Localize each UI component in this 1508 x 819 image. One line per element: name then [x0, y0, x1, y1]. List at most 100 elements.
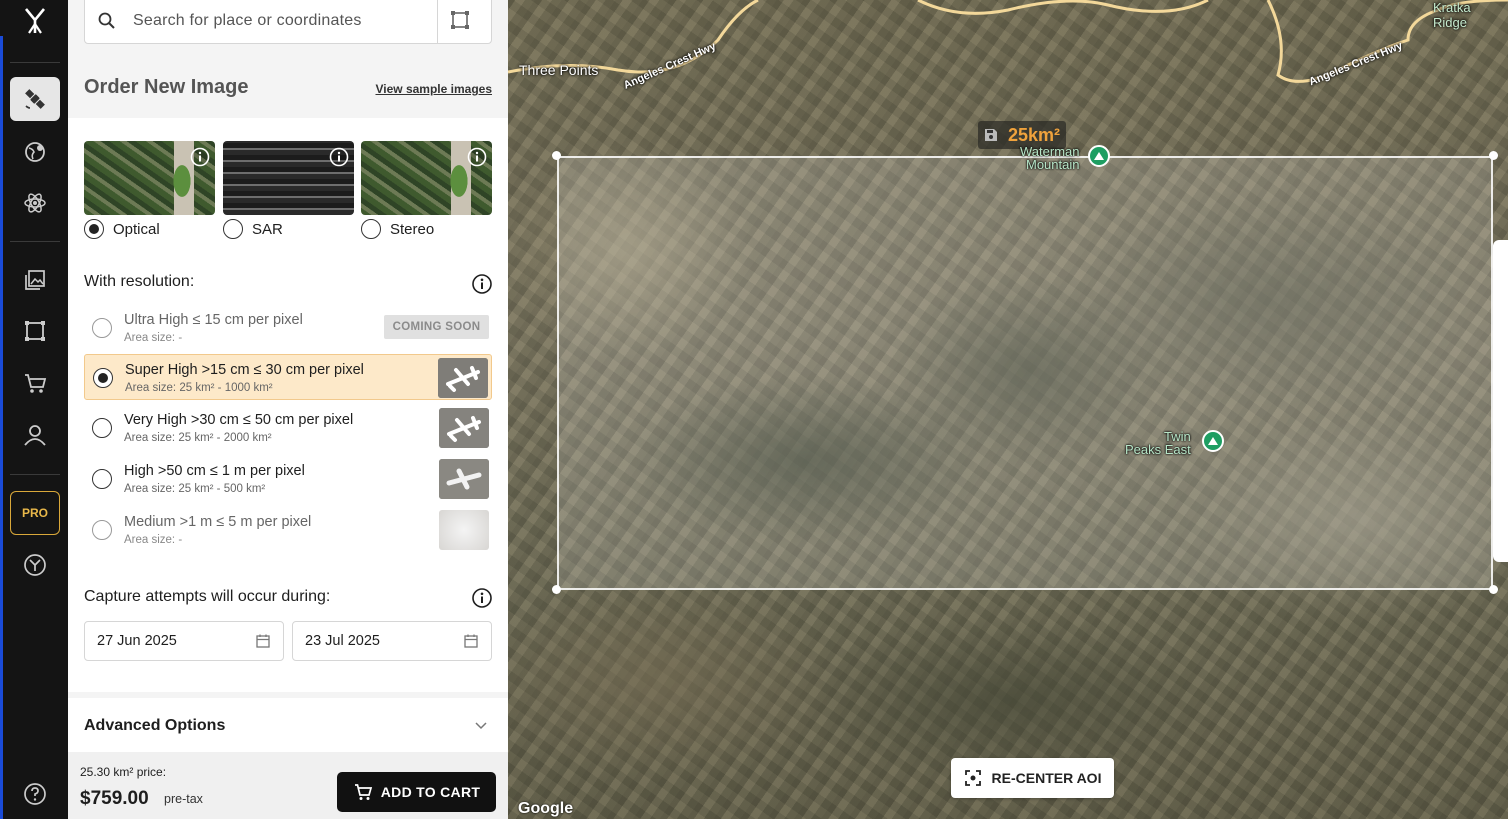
resolution-option-ultra-high: Ultra High ≤ 15 cm per pixel Area size: …: [84, 305, 492, 351]
add-to-cart-button[interactable]: ADD TO CART: [337, 772, 496, 812]
info-icon[interactable]: [467, 147, 487, 167]
resolution-label: With resolution:: [84, 273, 195, 290]
order-form: Optical SAR Stereo With resolution: Ultr…: [68, 118, 508, 692]
optical-option[interactable]: Optical: [84, 219, 160, 239]
view-sample-images-link[interactable]: View sample images: [375, 82, 492, 96]
super-high-radio[interactable]: [93, 368, 113, 388]
search-input[interactable]: [133, 7, 433, 35]
user-icon: [24, 425, 46, 446]
calendar-icon[interactable]: [255, 633, 271, 649]
rail-tasking-button[interactable]: [10, 77, 60, 121]
images-icon: [25, 270, 45, 290]
map-side-panel-tab[interactable]: [1493, 240, 1508, 562]
sar-option[interactable]: SAR: [223, 219, 283, 239]
add-to-cart-label: ADD TO CART: [380, 784, 481, 800]
map-label-waterman-mountain: Waterman Mountain: [1020, 145, 1079, 171]
resolution-option-very-high[interactable]: Very High >30 cm ≤ 50 cm per pixel Area …: [84, 405, 492, 451]
aoi-handle[interactable]: [1489, 585, 1498, 594]
stereo-radio[interactable]: [361, 219, 381, 239]
peak-name-line: Peaks East: [1125, 442, 1191, 457]
sar-thumbnail[interactable]: [223, 141, 354, 215]
end-date-value: 23 Jul 2025: [305, 633, 380, 649]
start-date-field[interactable]: 27 Jun 2025: [84, 621, 284, 661]
pro-button[interactable]: PRO: [10, 491, 60, 535]
airplane-sample-image: [439, 459, 489, 499]
peak-name-line: Mountain: [1026, 157, 1080, 172]
end-date-field[interactable]: 23 Jul 2025: [292, 621, 492, 661]
resolution-option-super-high[interactable]: Super High >15 cm ≤ 30 cm per pixel Area…: [84, 354, 492, 400]
chevron-down-icon: [475, 722, 487, 730]
aoi-handle[interactable]: [552, 151, 561, 160]
search-bar: [68, 0, 508, 62]
aoi-area-value: 25km²: [1008, 124, 1061, 145]
stereo-option[interactable]: Stereo: [361, 219, 434, 239]
mountain-pin-icon[interactable]: [1202, 430, 1224, 452]
resolution-info-icon[interactable]: [471, 273, 493, 295]
map-label-three-points: Three Points: [519, 62, 599, 78]
stereo-thumbnail[interactable]: [361, 141, 492, 215]
aoi-handle[interactable]: [552, 585, 561, 594]
brand-circle-icon: [24, 554, 46, 576]
cart-icon: [354, 784, 372, 800]
search-divider: [437, 0, 438, 43]
map-label-twin-peaks-east: Twin Peaks East: [1125, 430, 1191, 456]
resolution-area: Area size: -: [124, 534, 183, 546]
rail-brand-button[interactable]: [10, 543, 60, 587]
order-panel: Order New Image View sample images Optic…: [68, 0, 508, 819]
resolution-sample-thumbnail[interactable]: [439, 408, 489, 448]
save-icon: [985, 129, 997, 141]
recenter-icon: [964, 770, 981, 786]
ultra-high-radio: [92, 318, 112, 338]
resolution-name: Very High >30 cm ≤ 50 cm per pixel: [124, 412, 354, 428]
aoi-rectangle[interactable]: [557, 156, 1493, 590]
info-icon[interactable]: [329, 147, 349, 167]
aoi-handle[interactable]: [1489, 151, 1498, 160]
resolution-area: Area size: 25 km² - 2000 km²: [124, 432, 272, 444]
yuka-logo-icon[interactable]: [20, 6, 50, 36]
resolution-name: Medium >1 m ≤ 5 m per pixel: [124, 514, 312, 530]
airplane-sample-image: [438, 358, 488, 398]
nav-rail: PRO: [0, 0, 68, 819]
search-box: [84, 0, 492, 44]
mountain-pin-icon[interactable]: [1088, 145, 1110, 167]
optical-label: Optical: [113, 220, 160, 238]
info-icon[interactable]: [190, 147, 210, 167]
rail-account-button[interactable]: [10, 413, 60, 457]
rail-cart-button[interactable]: [10, 361, 60, 405]
save-aoi-button[interactable]: [978, 121, 1004, 149]
resolution-area: Area size: 25 km² - 1000 km²: [125, 382, 273, 394]
rail-divider: [10, 241, 60, 242]
rail-explore-button[interactable]: [10, 130, 60, 174]
rail-library-button[interactable]: [10, 258, 60, 302]
draw-aoi-icon[interactable]: [449, 9, 471, 31]
help-icon: [24, 783, 46, 805]
advanced-options-toggle[interactable]: Advanced Options: [68, 698, 508, 752]
resolution-sample-thumbnail[interactable]: [438, 358, 488, 398]
resolution-name: Ultra High ≤ 15 cm per pixel: [124, 312, 303, 328]
optical-thumbnail[interactable]: [84, 141, 215, 215]
medium-radio: [92, 520, 112, 540]
satellite-map[interactable]: Three Points Angeles Crest Hwy Angeles C…: [508, 0, 1508, 819]
optical-radio[interactable]: [84, 219, 104, 239]
rail-aoi-button[interactable]: [10, 309, 60, 353]
rail-help-button[interactable]: [10, 772, 60, 816]
rail-divider: [10, 62, 60, 63]
map-label-kratka-ridge: Kratka Ridge: [1433, 0, 1471, 30]
resolution-area: Area size: -: [124, 332, 183, 344]
high-radio[interactable]: [92, 469, 112, 489]
order-header: Order New Image View sample images: [84, 76, 492, 104]
rail-accent-line: [0, 36, 3, 819]
coming-soon-badge: COMING SOON: [384, 315, 489, 339]
recenter-aoi-button[interactable]: RE-CENTER AOI: [951, 758, 1114, 798]
rail-ai-button[interactable]: [10, 181, 60, 225]
calendar-icon[interactable]: [463, 633, 479, 649]
sar-radio[interactable]: [223, 219, 243, 239]
price-value: $759.00: [80, 788, 149, 809]
google-attribution: Google: [518, 800, 574, 817]
resolution-sample-thumbnail[interactable]: [439, 459, 489, 499]
recenter-label: RE-CENTER AOI: [991, 770, 1102, 786]
resolution-option-high[interactable]: High >50 cm ≤ 1 m per pixel Area size: 2…: [84, 456, 492, 502]
capture-info-icon[interactable]: [471, 587, 493, 609]
very-high-radio[interactable]: [92, 418, 112, 438]
search-icon: [98, 12, 115, 29]
